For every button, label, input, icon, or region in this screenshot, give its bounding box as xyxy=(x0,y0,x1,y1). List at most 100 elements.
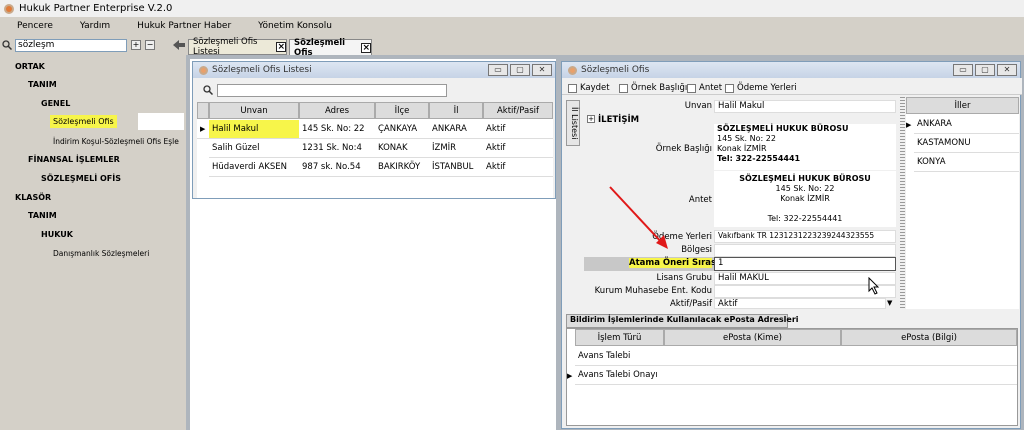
email-grid: İşlem Türü ePosta (Kime) ePosta (Bilgi) … xyxy=(566,328,1018,426)
close-window-button[interactable]: ✕ xyxy=(997,64,1017,76)
back-arrow-icon[interactable] xyxy=(173,40,185,50)
table-cell-aktif[interactable]: Aktif xyxy=(483,139,553,158)
list-item-il[interactable]: KONYA xyxy=(914,153,1019,172)
list-item-il[interactable]: ANKARA xyxy=(914,115,1019,134)
tree-node-tanim[interactable]: TANIM xyxy=(28,80,57,89)
tree-node-klasor-tanim[interactable]: TANIM xyxy=(28,211,57,220)
table-cell-adres[interactable]: 1231 Sk. No:4 xyxy=(299,139,375,158)
menu-yardim[interactable]: Yardım xyxy=(80,21,110,31)
aktif-pasif-field[interactable]: Aktif xyxy=(714,298,886,309)
list-item-il[interactable]: KASTAMONU xyxy=(914,134,1019,153)
table-cell-kime[interactable] xyxy=(664,366,841,385)
email-header-islem[interactable]: İşlem Türü xyxy=(575,329,664,346)
tab-eposta-adresleri[interactable]: Bildirim İşlemlerinde Kullanılacak ePost… xyxy=(566,314,799,328)
table-cell-unvan[interactable]: Halil Makul xyxy=(209,120,299,139)
table-cell-unvan[interactable]: Hüdaverdi AKSEN xyxy=(209,158,299,177)
grid-header-il[interactable]: İl xyxy=(429,102,483,119)
table-cell-bilgi[interactable] xyxy=(841,366,1017,385)
atama-oneri-sirasi-field[interactable]: 1 xyxy=(714,257,896,271)
chevron-down-icon[interactable]: ▼ xyxy=(887,299,892,307)
table-cell-il[interactable]: ANKARA xyxy=(429,120,483,139)
splitter-handle[interactable] xyxy=(900,97,905,309)
maximize-button[interactable]: ▢ xyxy=(975,64,995,76)
menu-yonetim[interactable]: Yönetim Konsolu xyxy=(258,21,332,31)
list-window-title-bar: Sözleşmeli Ofis Listesi ▭ ▢ ✕ xyxy=(193,62,555,78)
table-cell-aktif[interactable]: Aktif xyxy=(483,120,553,139)
window-icon xyxy=(568,65,577,75)
save-label: Kaydet xyxy=(580,83,610,93)
tree-node-finansal[interactable]: FİNANSAL İŞLEMLER xyxy=(28,155,120,164)
list-window-title: Sözleşmeli Ofis Listesi xyxy=(212,65,312,75)
document-icon xyxy=(619,83,628,93)
table-cell-ilce[interactable]: KONAK xyxy=(375,139,429,158)
ornek-line: Konak İZMİR xyxy=(717,144,767,153)
close-icon[interactable]: × xyxy=(361,42,371,53)
maximize-button[interactable]: ▢ xyxy=(510,64,530,76)
il-listesi-side-tab[interactable]: İl Listesi xyxy=(566,100,580,146)
close-icon[interactable]: × xyxy=(276,42,286,52)
grid-header-ilce[interactable]: İlçe xyxy=(375,102,429,119)
collapse-all-button[interactable]: − xyxy=(145,40,155,50)
save-button[interactable]: Kaydet xyxy=(568,83,610,93)
menu-pencere[interactable]: Pencere xyxy=(17,21,53,31)
antet-button[interactable]: Antet xyxy=(687,83,722,93)
minimize-button[interactable]: ▭ xyxy=(488,64,508,76)
tab-label: Sözleşmeli Ofis Listesi xyxy=(193,37,258,57)
table-cell-aktif[interactable]: Aktif xyxy=(483,158,553,177)
table-cell-ilce[interactable]: ÇANKAYA xyxy=(375,120,429,139)
table-cell-adres[interactable]: 145 Sk. No: 22 xyxy=(299,120,375,139)
tab-sozlesmeli-ofis[interactable]: Sözleşmeli Ofis × xyxy=(289,38,372,58)
tree-node-hukuk[interactable]: HUKUK xyxy=(41,230,73,239)
email-header-kime[interactable]: ePosta (Kime) xyxy=(664,329,841,346)
sidebar-search-input[interactable] xyxy=(15,38,127,52)
ornek-line: 145 Sk. No: 22 xyxy=(717,134,776,143)
odeme-yerleri-button[interactable]: Ödeme Yerleri xyxy=(725,83,797,93)
table-cell-il[interactable]: İSTANBUL xyxy=(429,158,483,177)
table-cell-il[interactable]: İZMİR xyxy=(429,139,483,158)
app-title: Hukuk Partner Enterprise V.2.0 xyxy=(19,3,173,14)
close-window-button[interactable]: ✕ xyxy=(532,64,552,76)
tab-sozlesmeli-ofis-listesi[interactable]: Sözleşmeli Ofis Listesi × xyxy=(188,37,287,57)
grid-header-aktif[interactable]: Aktif/Pasif xyxy=(483,102,553,119)
tree-node-indirim-kosul[interactable]: İndirim Koşul-Sözleşmeli Ofis Eşle xyxy=(53,137,179,146)
table-cell-bilgi[interactable] xyxy=(841,347,1017,366)
unvan-label: Unvan xyxy=(684,101,712,111)
tree-node-genel[interactable]: GENEL xyxy=(41,99,70,108)
email-header-bilgi[interactable]: ePosta (Bilgi) xyxy=(841,329,1017,346)
unvan-field[interactable]: Halil Makul xyxy=(714,100,896,113)
antet-field[interactable]: SÖZLEŞMELİ HUKUK BÜROSU 145 Sk. No: 22 K… xyxy=(714,171,896,227)
tree-node-sozlesmeli-ofis[interactable]: Sözleşmeli Ofis xyxy=(50,115,117,128)
table-cell-adres[interactable]: 987 sk. No.54 xyxy=(299,158,375,177)
table-cell-kime[interactable] xyxy=(664,347,841,366)
table-cell-ilce[interactable]: BAKIRKÖY xyxy=(375,158,429,177)
tree-node-danismanlik[interactable]: Danışmanlık Sözleşmeleri xyxy=(53,249,149,258)
grid-header-unvan[interactable]: Unvan xyxy=(209,102,299,119)
tree-node-ortak[interactable]: ORTAK xyxy=(15,62,45,71)
table-cell-unvan[interactable]: Salih Güzel xyxy=(209,139,299,158)
ornek-basligi-button[interactable]: Örnek Başlığı xyxy=(619,83,687,93)
row-indicator-icon: ▶ xyxy=(567,371,573,380)
bolgesi-field[interactable] xyxy=(714,244,896,257)
row-indicator-icon: ▶ xyxy=(197,120,209,139)
expand-section-button[interactable]: + xyxy=(587,115,595,123)
ornek-basligi-label: Örnek Başlığı xyxy=(655,144,712,154)
iller-header[interactable]: İller xyxy=(906,97,1019,114)
tree-node-klasor[interactable]: KLASÖR xyxy=(15,193,51,202)
search-icon xyxy=(2,40,12,50)
ornek-basligi-field[interactable]: SÖZLEŞMELİ HUKUK BÜROSU 145 Sk. No: 22 K… xyxy=(714,124,896,170)
list-window: Sözleşmeli Ofis Listesi ▭ ▢ ✕ Unvan Adre… xyxy=(192,61,556,199)
odeme-yerleri-field[interactable]: Vakıfbank TR 1231231223239244323555 xyxy=(714,230,896,243)
list-search-input[interactable] xyxy=(217,84,447,97)
tree-node-sozlesmeli-ofis-group[interactable]: SÖZLEŞMELİ OFİS xyxy=(41,174,121,183)
save-icon xyxy=(568,83,577,93)
table-cell-islem[interactable]: Avans Talebi Onayı xyxy=(575,366,664,385)
antet-label: Antet xyxy=(699,83,723,93)
grid-header-adres[interactable]: Adres xyxy=(299,102,375,119)
menu-haber[interactable]: Hukuk Partner Haber xyxy=(137,21,231,31)
minimize-button[interactable]: ▭ xyxy=(953,64,973,76)
expand-all-button[interactable]: + xyxy=(131,40,141,50)
iletisim-section-title: İLETİŞİM xyxy=(598,115,640,125)
workspace: Sözleşmeli Ofis Listesi ▭ ▢ ✕ Unvan Adre… xyxy=(186,55,1024,430)
table-cell-islem[interactable]: Avans Talebi xyxy=(575,347,664,366)
atama-oneri-sirasi-label: Atama Öneri Sırası xyxy=(629,258,719,268)
